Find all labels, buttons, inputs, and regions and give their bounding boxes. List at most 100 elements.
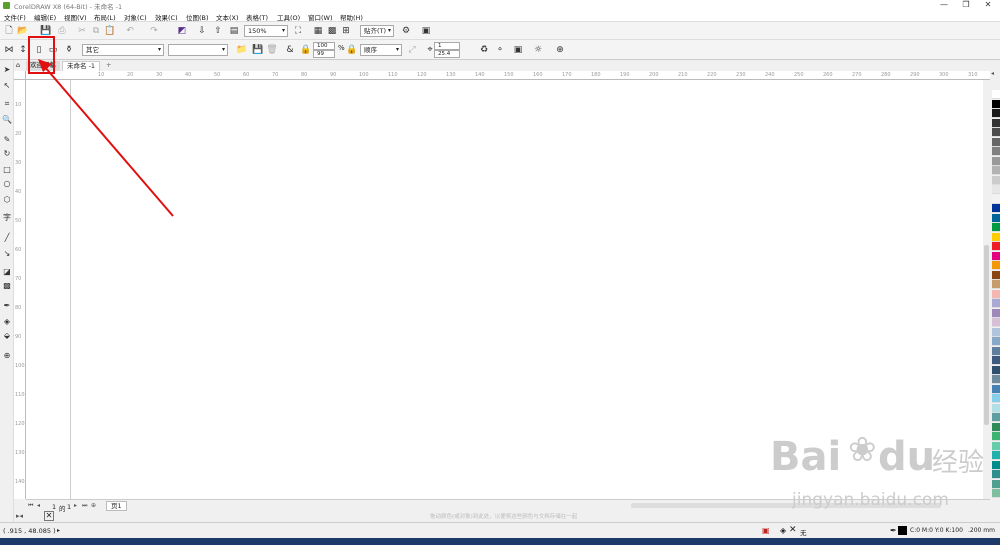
close-button[interactable]: ✕ [978, 0, 998, 11]
palette-swatch[interactable] [992, 232, 1000, 242]
pick-tool-icon[interactable]: ➤ [1, 64, 13, 76]
palette-swatch[interactable] [992, 451, 1000, 460]
page-size-input[interactable]: ▾ [168, 44, 228, 56]
mirror-icon[interactable]: & [284, 44, 296, 56]
no-color-swatch-icon[interactable]: ✕ [44, 511, 54, 521]
page-tab[interactable]: 页1 [106, 501, 127, 511]
palette-swatch[interactable] [992, 308, 1000, 318]
palette-swatch[interactable] [992, 289, 1000, 299]
copy-icon[interactable]: ⧉ [90, 25, 102, 37]
palette-swatch[interactable] [992, 99, 1000, 109]
palette-swatch[interactable] [992, 337, 1000, 346]
menu-text[interactable]: 文本(X) [216, 12, 239, 22]
palette-swatch[interactable] [992, 137, 1000, 147]
page-preset-select[interactable]: 其它 ▾ [82, 44, 164, 56]
palette-swatch[interactable] [992, 128, 1000, 137]
connector-tool-icon[interactable]: ↘ [1, 248, 13, 260]
add-tool-icon[interactable]: ⊕ [1, 350, 13, 362]
prev-page-icon[interactable]: ◂ [37, 502, 40, 509]
convert-curves-icon[interactable]: ⤢ [406, 44, 418, 56]
palette-swatch[interactable] [992, 460, 1000, 470]
smart-fill-tool-icon[interactable]: ⬙ [1, 330, 13, 342]
zoom-tool-icon[interactable]: 🔍 [1, 114, 13, 126]
palette-swatch[interactable] [992, 441, 1000, 451]
open-folder-icon[interactable]: 📁 [236, 44, 248, 56]
options-gear-icon[interactable]: ⚙ [400, 25, 412, 37]
tab-welcome-screen[interactable]: 欢迎屏幕 [26, 61, 60, 71]
page-border-icon[interactable]: ▣ [512, 44, 524, 56]
menu-edit[interactable]: 编辑(E) [34, 12, 56, 22]
menu-layout[interactable]: 布局(L) [94, 12, 116, 22]
publish-pdf-icon[interactable]: ▤ [228, 25, 240, 37]
interactive-fill-tool-icon[interactable]: ◈ [1, 316, 13, 328]
home-icon[interactable]: ⌂ [16, 61, 26, 71]
show-rulers-icon[interactable]: ▦ [312, 25, 324, 37]
palette-swatch[interactable] [992, 327, 1000, 337]
nudge-value-input[interactable]: 25.4 [434, 50, 460, 58]
palette-swatch[interactable] [992, 432, 1000, 441]
palette-swatch[interactable] [992, 147, 1000, 156]
bleed-icon[interactable]: ♻ [478, 44, 490, 56]
crop-tool-icon[interactable]: ⌗ [1, 98, 13, 110]
palette-swatch[interactable] [992, 175, 1000, 185]
palette-swatch[interactable] [992, 299, 1000, 308]
palette-swatch[interactable] [992, 223, 1000, 232]
print-icon[interactable]: ⎙ [56, 25, 68, 37]
shape-tool-icon[interactable]: ↖ [1, 80, 13, 92]
palette-swatch[interactable] [992, 261, 1000, 270]
ellipse-tool-icon[interactable]: ○ [1, 178, 13, 190]
add-toolbar-item-icon[interactable]: ⊕ [554, 44, 566, 56]
palette-swatch[interactable] [992, 356, 1000, 365]
palette-swatch[interactable] [992, 90, 1000, 99]
palette-swatch[interactable] [992, 365, 1000, 375]
mode-select[interactable]: 顺序 ▾ [360, 44, 402, 56]
palette-swatch[interactable] [992, 118, 1000, 128]
transparency-tool-icon[interactable]: ▩ [1, 280, 13, 292]
palette-swatch[interactable] [992, 156, 1000, 166]
palette-swatch[interactable] [992, 375, 1000, 384]
palette-swatch[interactable] [992, 251, 1000, 261]
delete-preset-icon[interactable]: 🗑 [266, 44, 278, 56]
palette-swatch[interactable] [992, 318, 1000, 327]
last-page-icon[interactable]: ⏭ [82, 502, 87, 510]
artistic-media-tool-icon[interactable]: ↻ [1, 148, 13, 160]
paste-icon[interactable]: 📋 [104, 25, 116, 37]
import-icon[interactable]: ⇩ [196, 25, 208, 37]
menu-window[interactable]: 窗口(W) [308, 12, 333, 22]
redo-icon[interactable]: ↷ [148, 25, 160, 37]
palette-swatch[interactable] [992, 413, 1000, 422]
minimize-button[interactable]: — [934, 0, 954, 11]
new-document-icon[interactable]: 🗋 [3, 25, 15, 37]
palette-swatch[interactable] [992, 422, 1000, 432]
palette-scroll-up-icon[interactable]: ◂ [991, 70, 994, 77]
palette-swatch[interactable] [992, 185, 1000, 194]
horizontal-ruler[interactable]: 10 20 30 40 50 60 70 80 90 100 110 120 130 140 150 160 1… [26, 71, 990, 80]
restore-button[interactable]: ❐ [956, 0, 976, 11]
vertical-ruler[interactable]: 10 20 30 40 50 60 70 80 90 100 110 120 130 140 [14, 80, 26, 499]
menu-view[interactable]: 视图(V) [64, 12, 87, 22]
palette-swatch[interactable] [992, 384, 1000, 394]
eyedropper-tool-icon[interactable]: ✒ [1, 300, 13, 312]
page-width-icon[interactable]: ⋈ [3, 44, 15, 56]
page-settings-icon[interactable]: ⚱ [63, 44, 75, 56]
save-preset-icon[interactable]: 💾 [252, 44, 264, 56]
lock-scale-icon[interactable]: 🔒 [346, 44, 358, 56]
show-guidelines-icon[interactable]: ⊞ [340, 25, 352, 37]
palette-swatch[interactable] [992, 403, 1000, 413]
menu-object[interactable]: 对象(C) [124, 12, 147, 22]
palette-swatch[interactable] [992, 280, 1000, 289]
drop-shadow-tool-icon[interactable]: ◪ [1, 266, 13, 278]
duplicate-distance-icon[interactable]: ⚬ [494, 44, 506, 56]
snap-to-select[interactable]: 贴齐(T) ▾ [360, 25, 394, 37]
next-page-icon[interactable]: ▸ [74, 502, 77, 509]
palette-swatch[interactable] [992, 166, 1000, 175]
palette-swatch[interactable] [992, 194, 1000, 204]
brightness-icon[interactable]: ☼ [532, 44, 544, 56]
ruler-origin[interactable] [14, 71, 26, 80]
lock-ratio-icon[interactable]: 🔒 [300, 44, 312, 56]
palette-swatch[interactable] [992, 213, 1000, 223]
dimension-tool-icon[interactable]: ╱ [1, 232, 13, 244]
palette-swatch[interactable] [992, 270, 1000, 280]
menu-effects[interactable]: 效果(C) [155, 12, 178, 22]
color-proof-icon[interactable]: ▣ [762, 526, 770, 535]
